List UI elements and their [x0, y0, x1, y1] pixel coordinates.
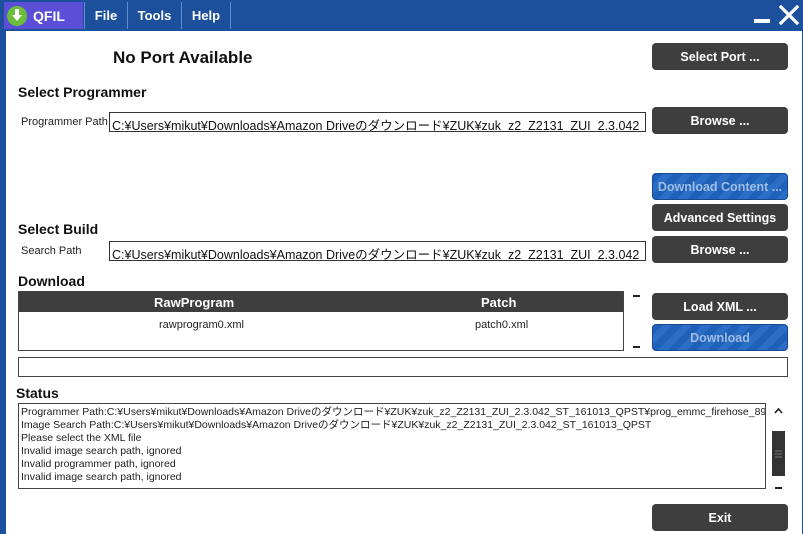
app-name: QFIL [33, 7, 65, 24]
log-line: Invalid programmer path, ignored [21, 458, 176, 470]
minimize-icon[interactable] [754, 19, 770, 23]
advanced-settings-button[interactable]: Advanced Settings [652, 204, 788, 231]
cell-patch[interactable]: patch0.xml [475, 319, 528, 331]
qfil-logo-icon [7, 5, 27, 26]
log-line: Programmer Path:C:¥Users¥mikut¥Downloads… [21, 406, 766, 418]
load-xml-button[interactable]: Load XML ... [652, 293, 788, 320]
column-patch[interactable]: Patch [481, 295, 516, 310]
status-log[interactable]: Programmer Path:C:¥Users¥mikut¥Downloads… [18, 403, 766, 489]
select-build-title: Select Build [18, 221, 99, 237]
menu-tools[interactable]: Tools [127, 2, 181, 29]
log-line: Invalid image search path, ignored [21, 445, 182, 457]
log-line: Please select the XML file [21, 432, 142, 444]
scroll-down-icon[interactable] [775, 487, 782, 489]
select-programmer-title: Select Programmer [18, 84, 147, 100]
status-title: Status [16, 385, 59, 401]
exit-button[interactable]: Exit [652, 504, 788, 531]
log-line: Image Search Path:C:¥Users¥mikut¥Downloa… [21, 419, 652, 431]
table-scroll-down-icon[interactable] [633, 346, 640, 348]
menu-file[interactable]: File [84, 2, 127, 29]
download-button-label: Download [690, 330, 750, 345]
programmer-path-input[interactable]: C:¥Users¥mikut¥Downloads¥Amazon Driveのダウ… [109, 112, 646, 132]
table-scroll-up-icon[interactable] [633, 295, 640, 297]
progress-bar [18, 357, 788, 377]
search-path-label: Search Path [21, 245, 82, 257]
port-status: No Port Available [113, 48, 253, 67]
programmer-path-label: Programmer Path [21, 116, 108, 128]
close-icon[interactable] [778, 4, 800, 26]
download-button[interactable]: Download [652, 324, 788, 351]
status-scrollbar-thumb[interactable] [772, 431, 785, 476]
download-table: RawProgram Patch rawprogram0.xml patch0.… [18, 291, 624, 351]
table-header: RawProgram Patch [19, 292, 623, 312]
build-browse-button[interactable]: Browse ... [652, 236, 788, 263]
column-rawprogram[interactable]: RawProgram [154, 295, 234, 310]
app-badge: QFIL [4, 2, 83, 29]
cell-rawprogram[interactable]: rawprogram0.xml [159, 319, 244, 331]
menu-help[interactable]: Help [181, 2, 231, 29]
search-path-input[interactable]: C:¥Users¥mikut¥Downloads¥Amazon Driveのダウ… [109, 241, 646, 261]
main-panel: No Port Available Select Port ... Select… [6, 31, 802, 534]
scroll-up-icon[interactable] [772, 403, 785, 414]
download-title: Download [18, 273, 85, 289]
download-content-label: Download Content ... [657, 179, 783, 194]
select-port-button[interactable]: Select Port ... [652, 43, 788, 70]
programmer-browse-button[interactable]: Browse ... [652, 107, 788, 134]
log-line: Invalid image search path, ignored [21, 471, 182, 483]
download-content-button[interactable]: Download Content ... [652, 173, 788, 200]
title-bar: QFIL File Tools Help [0, 0, 803, 31]
